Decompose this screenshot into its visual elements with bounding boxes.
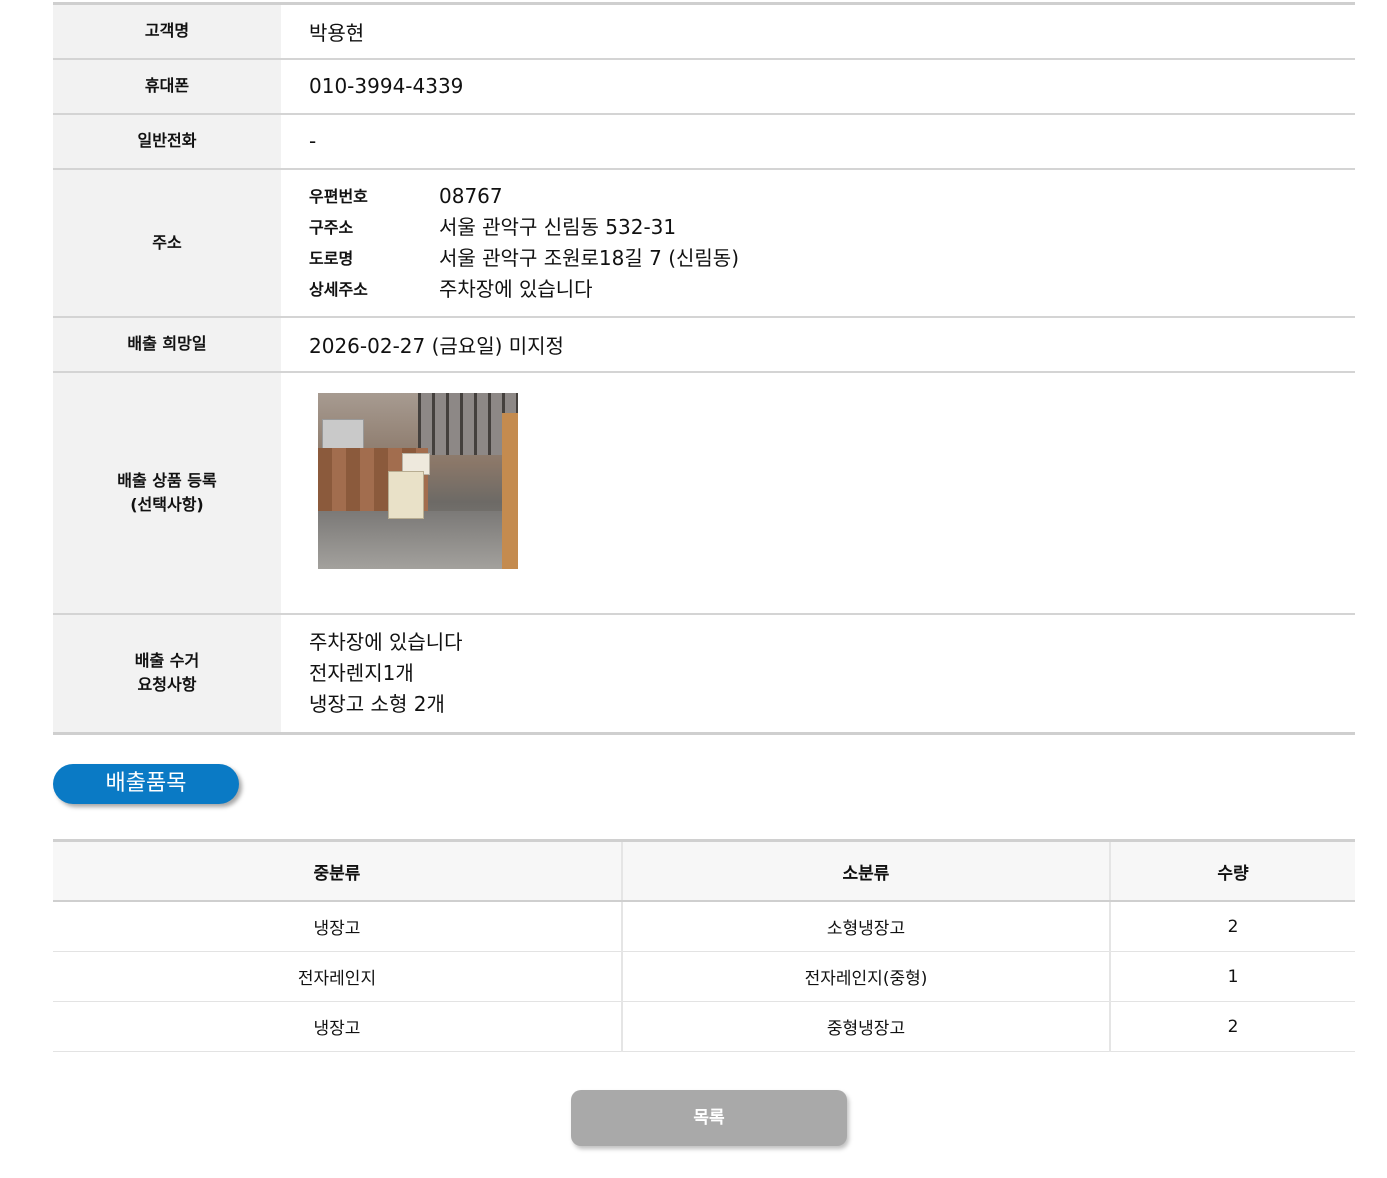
- header-subcategory: 소분류: [622, 840, 1111, 902]
- mobile-label: 휴대폰: [53, 58, 281, 115]
- date-value: 2026-02-27 (금요일) 미지정: [281, 316, 1355, 373]
- cell-quantity: 2: [1110, 901, 1355, 952]
- items-header-row: 중분류 소분류 수량: [53, 840, 1355, 902]
- customer-label: 고객명: [53, 3, 281, 60]
- cell-quantity: 1: [1110, 951, 1355, 1002]
- row-phone: 일반전화 -: [53, 113, 1355, 170]
- product-photo[interactable]: [318, 392, 518, 569]
- cell-quantity: 2: [1110, 1001, 1355, 1052]
- request-line: 냉장고 소형 2개: [309, 691, 445, 716]
- old-address-label: 구주소: [309, 217, 354, 237]
- section-title-badge: 배출품목: [53, 764, 239, 804]
- detail-address-value: 주차장에 있습니다: [439, 276, 593, 301]
- phone-label: 일반전화: [53, 113, 281, 170]
- cell-category: 냉장고: [53, 901, 623, 952]
- list-button[interactable]: 목록: [571, 1090, 847, 1146]
- mobile-value: 010-3994-4339: [281, 58, 1355, 115]
- cell-subcategory: 소형냉장고: [622, 901, 1111, 952]
- row-request: 배출 수거 요청사항 주차장에 있습니다 전자렌지1개 냉장고 소형 2개: [53, 613, 1355, 734]
- address-cell: 우편번호 08767 구주소 서울 관악구 신림동 532-31 도로명 서울 …: [281, 168, 1355, 318]
- table-row: 전자레인지 전자레인지(중형) 1: [53, 951, 1355, 1002]
- row-mobile: 휴대폰 010-3994-4339: [53, 58, 1355, 115]
- content: 고객명 박용현 휴대폰 010-3994-4339 일반전화 - 주소 우편번호…: [53, 0, 1355, 1052]
- product-photo-cell: [281, 371, 1355, 615]
- request-label-line1: 배출 수거: [134, 651, 200, 670]
- cell-subcategory: 중형냉장고: [622, 1001, 1111, 1052]
- product-label-line1: 배출 상품 등록: [117, 470, 217, 490]
- product-label-line2: (선택사항): [130, 494, 204, 514]
- date-label: 배출 희망일: [53, 316, 281, 373]
- detail-address-label: 상세주소: [309, 279, 368, 299]
- cell-subcategory: 전자레인지(중형): [622, 951, 1111, 1002]
- header-quantity: 수량: [1110, 840, 1355, 902]
- request-line: 전자렌지1개: [309, 660, 414, 685]
- row-customer: 고객명 박용현: [53, 3, 1355, 60]
- cell-category: 냉장고: [53, 1001, 623, 1052]
- product-label: 배출 상품 등록 (선택사항): [53, 371, 281, 615]
- old-address-value: 서울 관악구 신림동 532-31: [439, 214, 677, 239]
- table-row: 냉장고 소형냉장고 2: [53, 901, 1355, 952]
- cell-category: 전자레인지: [53, 951, 623, 1002]
- customer-value: 박용현: [281, 3, 1355, 60]
- items-table: 중분류 소분류 수량 냉장고 소형냉장고 2 전자레인지 전자레인지(중형) 1…: [53, 839, 1355, 1052]
- customer-info-table: 고객명 박용현 휴대폰 010-3994-4339 일반전화 - 주소 우편번호…: [53, 2, 1355, 735]
- address-label: 주소: [53, 168, 281, 318]
- row-date: 배출 희망일 2026-02-27 (금요일) 미지정: [53, 316, 1355, 373]
- zip-value: 08767: [439, 183, 503, 208]
- road-address-value: 서울 관악구 조원로18길 7 (신림동): [439, 245, 740, 270]
- zip-label: 우편번호: [309, 186, 368, 206]
- row-product: 배출 상품 등록 (선택사항): [53, 371, 1355, 615]
- road-address-label: 도로명: [309, 248, 354, 268]
- request-label-line2: 요청사항: [137, 675, 197, 694]
- request-value: 주차장에 있습니다 전자렌지1개 냉장고 소형 2개: [281, 614, 1355, 734]
- row-address: 주소 우편번호 08767 구주소 서울 관악구 신림동 532-31 도로명 …: [53, 168, 1355, 318]
- phone-value: -: [281, 113, 1355, 170]
- request-line: 주차장에 있습니다: [309, 629, 463, 654]
- header-category: 중분류: [53, 840, 623, 902]
- table-row: 냉장고 중형냉장고 2: [53, 1001, 1355, 1052]
- address-grid: 우편번호 08767 구주소 서울 관악구 신림동 532-31 도로명 서울 …: [309, 170, 1355, 316]
- request-label: 배출 수거 요청사항: [53, 613, 281, 733]
